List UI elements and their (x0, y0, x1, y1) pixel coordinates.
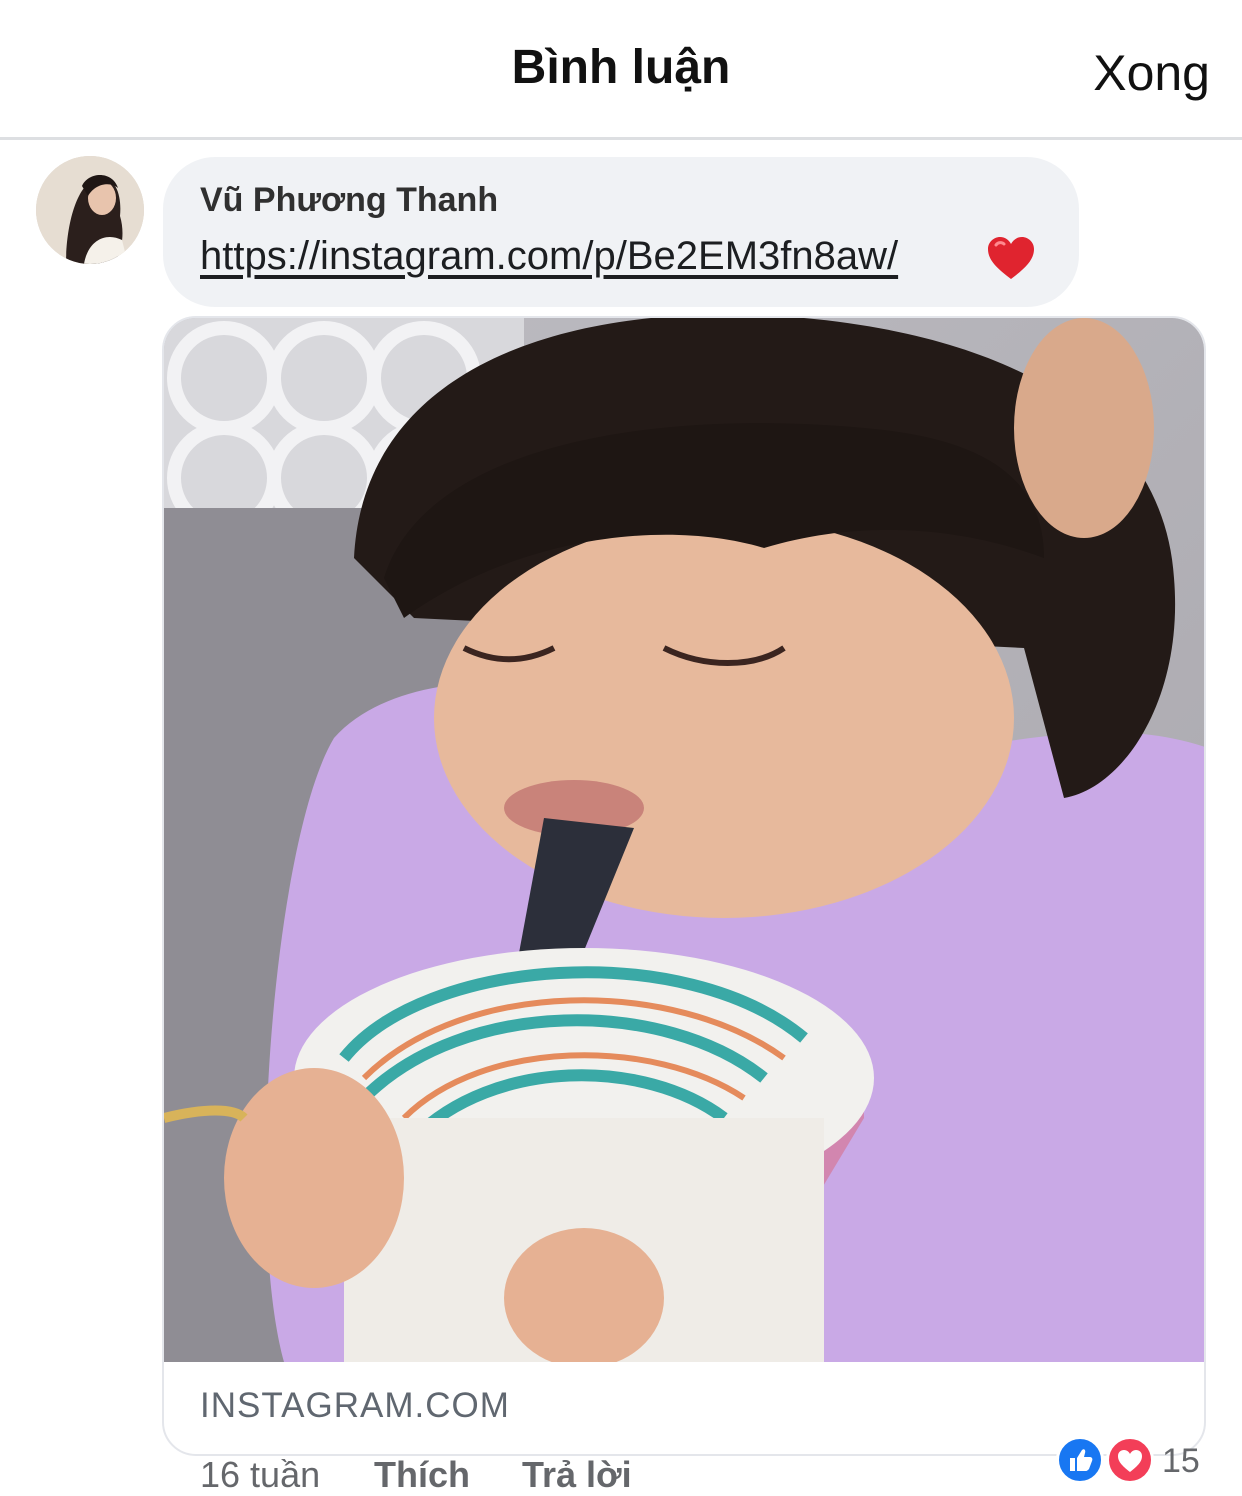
preview-domain: INSTAGRAM.COM (200, 1386, 510, 1425)
profile-photo-icon (36, 156, 144, 264)
like-reaction-icon (1056, 1436, 1104, 1484)
heart-emoji-icon (988, 237, 1034, 279)
comments-header: Bình luận Xong (0, 0, 1242, 140)
reaction-count: 15 (1162, 1442, 1200, 1480)
done-button[interactable]: Xong (1093, 44, 1210, 102)
reply-button[interactable]: Trả lời (522, 1454, 632, 1496)
page-title: Bình luận (511, 41, 731, 94)
avatar[interactable] (36, 156, 144, 264)
preview-photo (164, 318, 1204, 1362)
comment-link[interactable]: https://instagram.com/p/Be2EM3fn8aw/ (200, 234, 898, 279)
like-button[interactable]: Thích (374, 1454, 470, 1496)
comment-time: 16 tuần (200, 1454, 321, 1495)
link-preview-card[interactable]: INSTAGRAM.COM (162, 316, 1206, 1456)
comment-author[interactable]: Vũ Phương Thanh (200, 181, 498, 220)
love-reaction-icon (1106, 1436, 1154, 1484)
comment-bubble: Vũ Phương Thanh https://instagram.com/p/… (163, 157, 1079, 307)
